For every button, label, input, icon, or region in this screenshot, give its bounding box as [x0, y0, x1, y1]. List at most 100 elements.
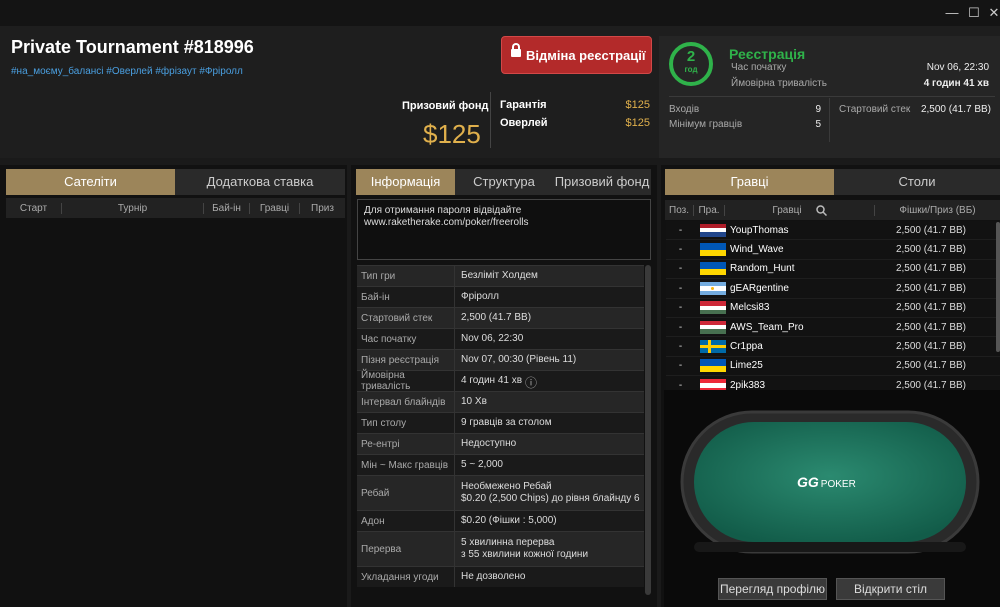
info-row-value: 10 Хв [454, 392, 644, 412]
player-position: - [678, 244, 683, 256]
player-row[interactable]: - Melcsi83 2,500 (41.7 BB) [666, 298, 1000, 318]
player-chips: 2,500 (41.7 BB) [895, 263, 967, 275]
info-row: Бай-ін Фріролл [357, 286, 644, 307]
player-row[interactable]: - YoupThomas 2,500 (41.7 BB) [666, 221, 1000, 241]
registration-panel: 2 год Реєстрація Час початку Nov 06, 22:… [659, 36, 1000, 158]
info-row-value-text: 5 хвилинна перерва [461, 537, 555, 548]
info-row-value-text: Не дозволено [461, 571, 526, 582]
column-buyin[interactable]: Бай-ін [204, 202, 250, 214]
minimize-button[interactable]: — [942, 4, 962, 22]
info-row-key: Тип столу [361, 417, 407, 429]
min-players-value: 5 [815, 119, 821, 130]
column-flag[interactable]: Пра. [694, 204, 725, 216]
info-icon[interactable]: ⓘ [525, 374, 537, 391]
player-chips: 2,500 (41.7 BB) [895, 360, 967, 372]
info-row-value-text: Фріролл [461, 291, 499, 302]
guarantee-label: Гарантія [500, 99, 547, 111]
column-players[interactable]: Гравці [725, 204, 875, 216]
info-row-value-text: 10 Хв [461, 396, 487, 407]
column-position[interactable]: Поз. [665, 204, 694, 216]
flag-hu-icon [700, 320, 726, 334]
tab-players[interactable]: Гравці [665, 169, 834, 195]
start-time-value: Nov 06, 22:30 [926, 62, 989, 73]
info-row-key: Перерва [361, 543, 402, 555]
info-row: Ре-ентрі Недоступно [357, 433, 644, 454]
column-chips[interactable]: Фішки/Приз (ВБ) [875, 205, 1000, 216]
close-button[interactable]: ✕ [984, 4, 1000, 22]
countdown-unit: год [684, 65, 698, 74]
player-chips: 2,500 (41.7 BB) [895, 224, 967, 236]
open-table-button[interactable]: Відкрити стіл [836, 578, 945, 600]
password-note-link[interactable]: www.raketherake.com/poker/freerolls [364, 217, 644, 229]
start-time-label: Час початку [731, 62, 787, 73]
tab-structure[interactable]: Структура [455, 169, 553, 195]
view-profile-button[interactable]: Перегляд профілю [718, 578, 827, 600]
starting-stack-value: 2,500 (41.7 BB) [920, 104, 991, 115]
starting-stack-label: Стартовий стек [839, 104, 911, 115]
info-row-value-text: $0.20 (Фішки : 5,000) [461, 515, 557, 526]
player-row[interactable]: - gEARgentine 2,500 (41.7 BB) [666, 279, 1000, 299]
flag-ar-icon [700, 281, 726, 295]
player-name: Wind_Wave [730, 244, 784, 256]
info-row-key: Стартовий стек [361, 312, 433, 324]
tab-information[interactable]: Інформація [356, 169, 455, 195]
info-row-value: Nov 06, 22:30 [454, 329, 644, 349]
flag-ua-icon [700, 243, 726, 257]
info-row: Перерва 5 хвилинна перерва з 55 хвилини ко… [357, 531, 644, 566]
info-row-value-text: $0.20 (2,500 Chips) до рівня блайнду 6 [461, 493, 640, 504]
player-row[interactable]: - Random_Hunt 2,500 (41.7 BB) [666, 259, 1000, 280]
info-row-value: Фріролл [454, 287, 644, 307]
info-row-key: Ребай [361, 487, 390, 499]
registration-status: Реєстрація [729, 46, 806, 62]
prize-fund-value: $125 [423, 119, 481, 149]
guarantee-value: $125 [625, 99, 650, 111]
info-row-value: Безліміт Холдем [454, 266, 644, 286]
flag-ua-icon [700, 359, 726, 373]
tab-satellites[interactable]: Сателіти [6, 169, 175, 195]
countdown-timer: 2 год [669, 42, 713, 86]
info-row: Інтервал блайндів 10 Хв [357, 391, 644, 412]
ggpoker-logo: GG POKER [797, 474, 856, 490]
info-row-value-text: Необмежено Ребай [461, 481, 552, 492]
player-row[interactable]: - Cr1ppa 2,500 (41.7 BB) [666, 337, 1000, 357]
info-row-value: Недоступно [454, 434, 644, 454]
info-row-key: Інтервал блайндів [361, 396, 446, 408]
info-row: Пізня реєстрація Nov 07, 00:30 (Рівень 11… [357, 349, 644, 370]
player-row[interactable]: - Wind_Wave 2,500 (41.7 BB) [666, 240, 1000, 260]
column-players[interactable]: Гравці [250, 202, 300, 214]
info-row: Укладання угоди Не дозволено [357, 566, 644, 587]
info-row-value-text: 2,500 (41.7 BB) [461, 312, 532, 323]
column-prize[interactable]: Приз [300, 203, 345, 214]
info-row: ⓘ Ймовірна тривалість 4 годин 41 хв [357, 370, 644, 392]
unregister-button[interactable]: Відміна реєстрації [501, 36, 652, 74]
player-chips: 2,500 (41.7 BB) [895, 341, 967, 353]
info-scrollbar[interactable] [645, 265, 651, 595]
satellites-panel: Сателіти Додаткова ставка Старт Турнір Б… [0, 165, 347, 607]
tab-prize-fund[interactable]: Призовий фонд [553, 169, 651, 195]
maximize-button[interactable]: ☐ [964, 4, 984, 22]
info-row: Мін ~ Макс гравців 5 ~ 2,000 [357, 454, 644, 475]
info-row-key: Мін ~ Макс гравців [361, 459, 449, 471]
players-scrollbar[interactable] [996, 222, 1000, 352]
player-chips: 2,500 (41.7 BB) [895, 302, 967, 314]
info-row-key: Укладання угоди [361, 571, 439, 583]
player-row[interactable]: - AWS_Team_Pro 2,500 (41.7 BB) [666, 318, 1000, 338]
flag-nl-icon [700, 223, 726, 237]
duration-label: Ймовірна тривалість [731, 78, 827, 89]
info-row-value-text: Безліміт Холдем [461, 270, 538, 281]
column-tournament[interactable]: Турнір [62, 202, 204, 214]
player-position: - [678, 360, 683, 372]
player-name: YoupThomas [730, 224, 789, 236]
tab-tables[interactable]: Столи [834, 169, 1000, 195]
tab-side-bet[interactable]: Додаткова ставка [175, 169, 345, 195]
info-row: Час початку Nov 06, 22:30 [357, 328, 644, 349]
search-icon[interactable] [815, 204, 827, 216]
column-start[interactable]: Старт [6, 202, 62, 214]
min-players-label: Мінімум гравців [669, 119, 743, 130]
unregister-label: Відміна реєстрації [526, 48, 646, 63]
player-row[interactable]: - Lime25 2,500 (41.7 BB) [666, 356, 1000, 377]
duration-value: 4 годин 41 хв [923, 78, 989, 89]
tournament-tags[interactable]: #на_моєму_балансі #Оверлей #фрізаут #Фрі… [11, 66, 243, 77]
player-name: Random_Hunt [730, 263, 795, 275]
info-row-value-text: 5 ~ 2,000 [461, 459, 503, 470]
